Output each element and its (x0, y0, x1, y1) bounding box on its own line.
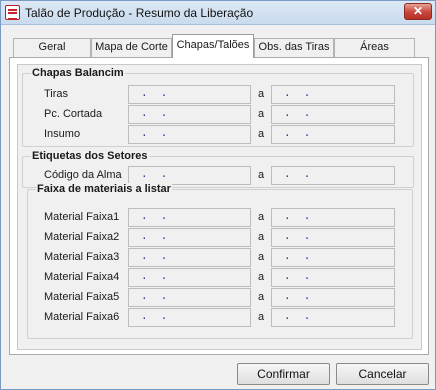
group-title-chapas: Chapas Balancim (31, 67, 125, 79)
label-material-faixa3: Material Faixa3 (44, 251, 120, 263)
cancel-button[interactable]: Cancelar (336, 363, 429, 385)
group-title-etiquetas: Etiquetas dos Setores (31, 150, 149, 162)
dialog-window: Talão de Produção - Resumo da Liberação … (0, 0, 436, 390)
pc-cortada-to-field[interactable]: . . (271, 105, 395, 124)
label-codigo-da-alma: Código da Alma (44, 169, 122, 181)
tab-chapas-taloes[interactable]: Chapas/Talões (172, 34, 254, 58)
label-tiras: Tiras (44, 88, 69, 100)
material-faixa3-to-field[interactable]: . . (271, 248, 395, 267)
range-separator: a (258, 108, 265, 120)
range-separator: a (258, 211, 265, 223)
material-faixa6-to-field[interactable]: . . (271, 308, 395, 327)
material-faixa1-to-field[interactable]: . . (271, 208, 395, 227)
label-material-faixa6: Material Faixa6 (44, 311, 120, 323)
range-separator: a (258, 128, 265, 140)
material-faixa1-from-field[interactable]: . . (128, 208, 251, 227)
range-separator: a (258, 169, 265, 181)
range-separator: a (258, 251, 265, 263)
insumo-from-field[interactable]: . . (128, 125, 251, 144)
range-separator: a (258, 311, 265, 323)
pc-cortada-from-field[interactable]: . . (128, 105, 251, 124)
window-title: Talão de Produção - Resumo da Liberação (25, 6, 254, 20)
range-separator: a (258, 271, 265, 283)
range-separator: a (258, 291, 265, 303)
insumo-to-field[interactable]: . . (271, 125, 395, 144)
title-bar[interactable]: Talão de Produção - Resumo da Liberação … (1, 1, 435, 25)
tab-obs-das-tiras[interactable]: Obs. das Tiras (254, 38, 334, 57)
tiras-to-field[interactable]: . . (271, 85, 395, 104)
material-faixa3-from-field[interactable]: . . (128, 248, 251, 267)
label-material-faixa5: Material Faixa5 (44, 291, 120, 303)
label-material-faixa4: Material Faixa4 (44, 271, 120, 283)
material-faixa2-to-field[interactable]: . . (271, 228, 395, 247)
tiras-from-field[interactable]: . . (128, 85, 251, 104)
material-faixa2-from-field[interactable]: . . (128, 228, 251, 247)
codigo-alma-to-field[interactable]: . . (271, 166, 395, 185)
material-faixa5-to-field[interactable]: . . (271, 288, 395, 307)
label-material-faixa2: Material Faixa2 (44, 231, 120, 243)
material-faixa4-to-field[interactable]: . . (271, 268, 395, 287)
material-faixa6-from-field[interactable]: . . (128, 308, 251, 327)
app-icon (5, 5, 20, 20)
range-separator: a (258, 231, 265, 243)
confirm-button[interactable]: Confirmar (237, 363, 330, 385)
tab-areas[interactable]: Áreas (334, 38, 415, 57)
group-title-faixa: Faixa de materiais a listar (36, 183, 172, 195)
range-separator: a (258, 88, 265, 100)
tab-panel-chapas-taloes: Chapas Balancim Tiras . . a . . Pc. Cort… (9, 57, 429, 355)
close-button[interactable]: ✕ (404, 3, 432, 20)
tab-mapa-de-corte[interactable]: Mapa de Corte (91, 38, 172, 57)
material-faixa4-from-field[interactable]: . . (128, 268, 251, 287)
label-pc-cortada: Pc. Cortada (44, 108, 103, 120)
material-faixa5-from-field[interactable]: . . (128, 288, 251, 307)
tab-geral[interactable]: Geral (13, 38, 91, 57)
label-insumo: Insumo (44, 128, 81, 140)
panel-content: Chapas Balancim Tiras . . a . . Pc. Cort… (17, 64, 422, 350)
label-material-faixa1: Material Faixa1 (44, 211, 120, 223)
